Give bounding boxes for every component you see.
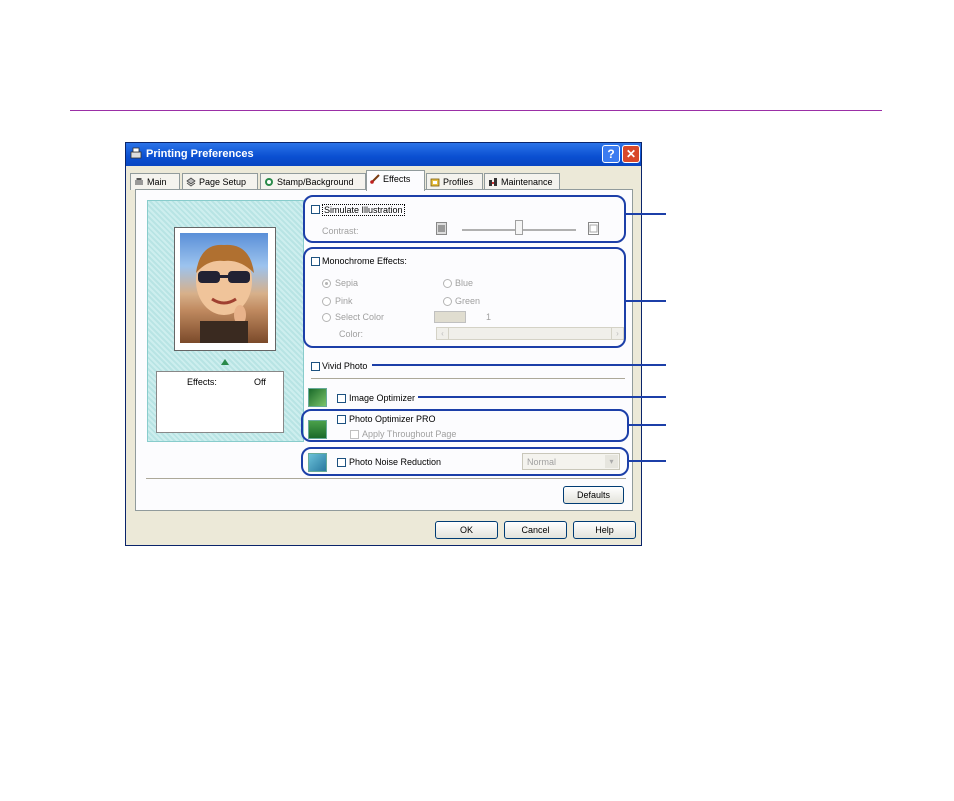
tab-maintenance[interactable]: Maintenance	[484, 173, 560, 190]
tab-profiles-label: Profiles	[443, 177, 474, 187]
cancel-button[interactable]: Cancel	[504, 521, 567, 539]
title-bar[interactable]: Printing Preferences ? ✕	[126, 143, 641, 166]
image-optimizer-label: Image Optimizer	[349, 393, 416, 403]
tab-effects[interactable]: Effects	[366, 170, 425, 191]
tab-effects-label: Effects	[383, 174, 411, 184]
callout-line-simulate	[626, 213, 666, 215]
profiles-icon	[430, 178, 440, 187]
ok-button[interactable]: OK	[435, 521, 498, 539]
callout-line-monochrome	[626, 300, 666, 302]
tab-page-setup-label: Page Setup	[199, 177, 247, 187]
help-button[interactable]: Help	[573, 521, 636, 539]
bottom-separator	[146, 478, 626, 479]
page-setup-icon	[186, 177, 196, 187]
vivid-separator	[311, 378, 625, 379]
effects-summary-value: Off	[254, 377, 266, 387]
tab-main[interactable]: Main	[130, 173, 180, 190]
effects-summary-box: Effects: Off	[156, 371, 284, 433]
tab-profiles[interactable]: Profiles	[426, 173, 483, 190]
defaults-button[interactable]: Defaults	[563, 486, 624, 504]
vivid-photo-label: Vivid Photo	[322, 361, 368, 371]
stamp-icon	[265, 178, 273, 186]
child-photo-image	[196, 244, 254, 343]
top-divider	[70, 110, 882, 111]
tab-stamp-background[interactable]: Stamp/Background	[260, 173, 366, 190]
preview-page	[174, 227, 276, 351]
tab-maintenance-label: Maintenance	[501, 177, 553, 187]
tab-main-label: Main	[147, 177, 167, 187]
preview-photo	[180, 233, 268, 343]
window-title: Printing Preferences	[146, 148, 254, 160]
image-optimizer-checkbox[interactable]	[337, 394, 346, 403]
printer-icon	[135, 178, 143, 185]
callout-line-image-optimizer	[418, 396, 666, 398]
triangle-marker-icon	[221, 359, 229, 365]
callout-line-photo-optimizer	[629, 424, 666, 426]
tab-page-setup[interactable]: Page Setup	[182, 173, 258, 190]
vivid-photo-checkbox[interactable]	[311, 362, 320, 371]
effects-brush-icon	[370, 174, 380, 184]
photo-optimizer-highlight	[301, 409, 629, 442]
preview-area: Effects: Off	[147, 200, 304, 442]
printer-icon	[130, 147, 142, 159]
title-close-button[interactable]: ✕	[622, 145, 640, 163]
callout-line-photo-noise	[629, 460, 666, 462]
callout-line-vivid	[372, 364, 666, 366]
effects-summary-label: Effects:	[187, 377, 217, 387]
tab-stamp-label: Stamp/Background	[277, 177, 354, 187]
maintenance-icon	[489, 178, 497, 186]
image-optimizer-icon	[308, 388, 327, 407]
title-help-button[interactable]: ?	[602, 145, 620, 163]
monochrome-effects-highlight	[303, 247, 626, 348]
photo-noise-highlight	[301, 447, 629, 476]
simulate-illustration-highlight	[303, 195, 626, 243]
